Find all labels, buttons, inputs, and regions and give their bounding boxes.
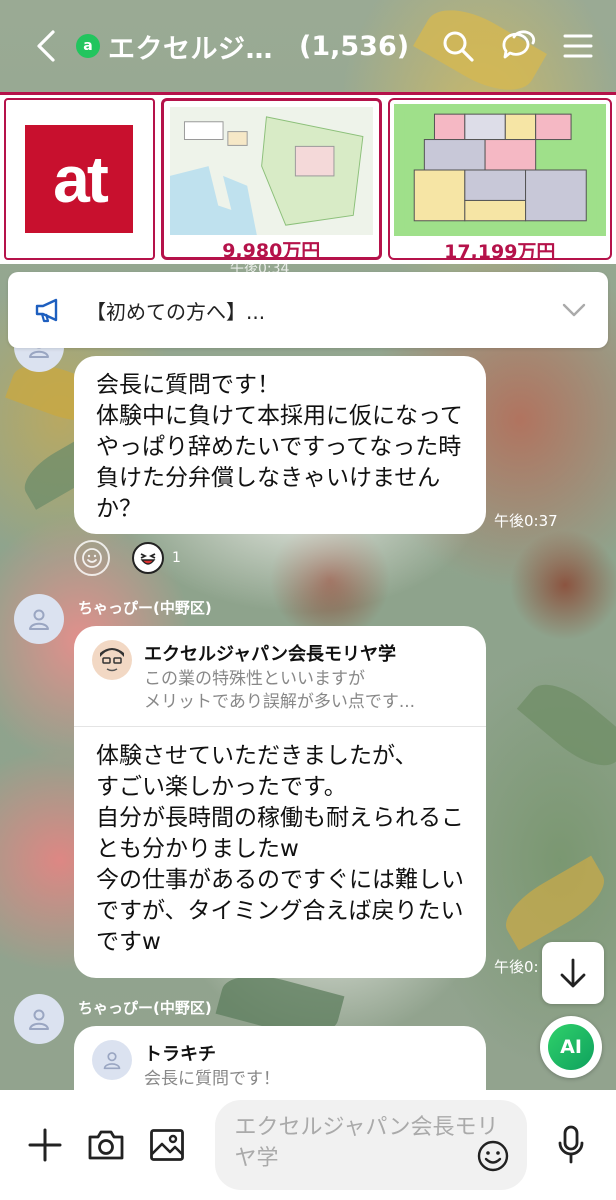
reply-author: エクセルジャパン会長モリヤ学 [144, 644, 396, 665]
back-button[interactable] [26, 26, 66, 66]
reply-quote-text: 会長に質問です！ [144, 1069, 280, 1089]
menu-button[interactable] [558, 26, 598, 66]
reply-preview[interactable]: エクセルジャパン会長モリヤ学 この業の特殊性といいますが メリットであり誤解が多… [74, 626, 486, 727]
chat-title: エクセルジ… [108, 33, 273, 65]
user-icon [29, 609, 49, 630]
voice-button[interactable] [549, 1123, 592, 1167]
ad-price: 9,980万円 [222, 240, 321, 260]
avatar[interactable] [14, 594, 64, 644]
chevron-left-icon [37, 30, 55, 62]
ad-listing-card[interactable]: 9,980万円 [160, 98, 382, 260]
openchat-badge-icon: a [76, 34, 100, 58]
at-logo: at [25, 125, 134, 233]
chat-header: a エクセルジ… (1,536) [0, 0, 616, 92]
message-timestamp: 午後0: [494, 958, 539, 976]
reaction-count: 1 [172, 550, 181, 566]
microphone-icon [558, 1125, 583, 1164]
threads-button[interactable] [498, 26, 538, 66]
image-icon [150, 1129, 185, 1161]
chat-title-area[interactable]: a エクセルジ… (1,536) [76, 27, 438, 66]
announcement-text: 【初めての方へ】... [86, 299, 266, 324]
ad-listing-card[interactable]: 17,199万円 [387, 98, 612, 260]
camera-button[interactable] [85, 1123, 128, 1167]
plus-icon [28, 1128, 62, 1162]
laughing-face-icon[interactable] [132, 542, 164, 574]
chevron-down-icon[interactable] [562, 303, 586, 317]
search-button[interactable] [438, 26, 478, 66]
ad-price: 17,199万円 [444, 241, 556, 260]
reaction-row: 1 [74, 540, 181, 576]
avatar[interactable] [14, 994, 64, 1044]
ai-assistant-button[interactable]: AI [540, 1016, 602, 1078]
message-timestamp: 午後0:37 [494, 512, 558, 530]
site-plan-image [169, 107, 373, 235]
hamburger-menu-icon [563, 34, 593, 58]
photo-button[interactable] [146, 1123, 189, 1167]
chat-bubbles-icon [502, 30, 536, 59]
camera-icon [88, 1130, 124, 1160]
megaphone-icon [35, 298, 58, 323]
emoji-button[interactable] [473, 1136, 513, 1176]
reply-quote-text: この業の特殊性といいますが メリットであり誤解が多い点です... [144, 669, 416, 712]
scroll-to-bottom-button[interactable] [542, 942, 604, 1004]
composer-bar [0, 1090, 616, 1200]
emoji-icon [477, 1140, 509, 1172]
reply-avatar [92, 640, 132, 680]
smiley-outline-icon [82, 548, 102, 568]
reply-author: トラキチ [144, 1044, 216, 1065]
message-input-box[interactable] [214, 1100, 528, 1190]
member-count: (1,536) [299, 30, 410, 62]
sender-name: ちゃっぴー(中野区) [78, 999, 212, 1017]
ad-banner[interactable]: at 9,980万円 17,199万円 [0, 92, 616, 264]
search-icon [443, 31, 474, 62]
sender-name: ちゃっぴー(中野区) [78, 599, 212, 617]
message-text: 会長に質問です！ 体験中に負けて本採用に仮になってやっぱり辞めたいですってなった… [96, 372, 463, 522]
message-bubble[interactable]: 会長に質問です！ 体験中に負けて本採用に仮になってやっぱり辞めたいですってなった… [74, 356, 486, 534]
arrow-down-icon [560, 958, 586, 988]
ad-logo[interactable]: at [4, 98, 155, 260]
add-button[interactable] [24, 1123, 67, 1167]
reply-avatar [92, 1040, 132, 1080]
user-icon [103, 1052, 121, 1070]
person-face-icon [96, 644, 128, 676]
user-icon [29, 1009, 49, 1030]
ai-label: AI [548, 1024, 594, 1070]
floor-plan-image [393, 104, 606, 236]
add-reaction-button[interactable] [74, 540, 110, 576]
message-input[interactable] [234, 1112, 508, 1178]
announcement-bar[interactable]: 【初めての方へ】... [8, 272, 608, 348]
message-bubble[interactable]: エクセルジャパン会長モリヤ学 この業の特殊性といいますが メリットであり誤解が多… [74, 626, 486, 978]
message-text: 体験させていただきましたが、 すごい楽しかったです。 自分が長時間の稼働も耐えら… [96, 743, 464, 955]
